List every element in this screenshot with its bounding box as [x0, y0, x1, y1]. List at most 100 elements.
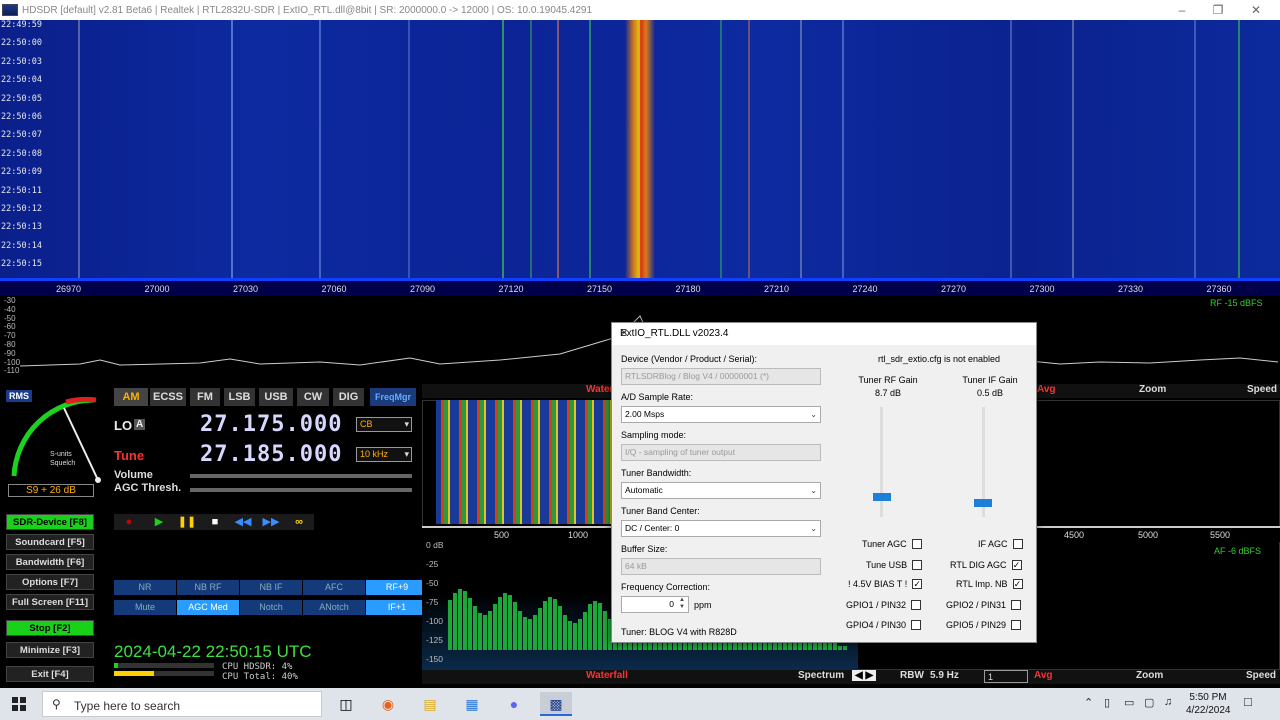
record-icon[interactable]: ● [118, 514, 140, 530]
volume-slider[interactable] [190, 474, 412, 478]
exit-button[interactable]: Exit [F4] [6, 666, 94, 682]
frequency-scale[interactable]: 26970 27000 27030 27060 27090 27120 27150 27180… [0, 278, 1280, 296]
mode-button-lsb[interactable]: LSB [224, 388, 255, 406]
dsp-agc-med-button[interactable]: AGC Med [177, 600, 239, 615]
firefox-icon[interactable]: ◉ [374, 692, 402, 716]
rf-gain-thumb[interactable] [873, 493, 891, 501]
avg-label[interactable]: Avg [1037, 384, 1056, 395]
checkbox-gpio4-pin30[interactable]: GPIO4 / PIN30 [846, 620, 922, 630]
mode-button-ecss[interactable]: ECSS [150, 388, 186, 406]
agc-thresh-slider[interactable] [190, 488, 412, 492]
play-icon[interactable]: ▶ [148, 514, 170, 530]
checkbox-box[interactable] [1011, 600, 1022, 610]
rewind-icon[interactable]: ◀◀ [232, 514, 254, 530]
checkbox-gpio1-pin32[interactable]: GPIO1 / PIN32 [846, 600, 922, 610]
speed-button[interactable]: Speed [1246, 670, 1276, 681]
close-window-button[interactable]: ✕ [1238, 0, 1274, 20]
minimize-window-button[interactable]: – [1164, 0, 1200, 20]
pause-icon[interactable]: ❚❚ [176, 514, 198, 530]
lo-lock-button[interactable]: A [134, 419, 146, 430]
notification-icon[interactable]: □ [1244, 694, 1252, 709]
band-center-select[interactable]: DC / Center: 0 ⌄ [621, 520, 821, 537]
network-icon[interactable]: ▢ [1144, 696, 1154, 709]
mode-button-fm[interactable]: FM [190, 388, 220, 406]
usb-icon[interactable]: ▯ [1104, 696, 1110, 709]
tune-frequency-display[interactable]: 27.185.000 [200, 442, 342, 467]
avg-button[interactable]: Avg [1034, 670, 1053, 681]
soundcard-button[interactable]: Soundcard [F5] [6, 534, 94, 550]
hdsdr-taskbar-icon[interactable]: ▩ [540, 692, 572, 716]
dsp-nr-button[interactable]: NR [114, 580, 176, 595]
mode-button-freqmgr[interactable]: FreqMgr [370, 388, 416, 406]
avg-count-select[interactable]: 1 [984, 670, 1028, 683]
system-clock[interactable]: 5:50 PM 4/22/2024 [1186, 691, 1231, 717]
task-view-icon[interactable]: ◫ [332, 692, 360, 716]
checkbox-tune-usb[interactable]: Tune USB [866, 560, 923, 570]
dsp-rf-9-button[interactable]: RF+9 [366, 580, 428, 595]
minimize-button[interactable]: Minimize [F3] [6, 642, 94, 658]
chevron-up-icon[interactable]: ⌃ [1084, 696, 1093, 709]
close-icon[interactable]: ✕ [620, 328, 1028, 339]
loop-icon[interactable]: ∞ [288, 514, 310, 530]
checkbox-rtl-imp-nb[interactable]: RTL Imp. NB ✓ [956, 579, 1023, 589]
ad-rate-select[interactable]: 2.00 Msps ⌄ [621, 406, 821, 423]
mode-button-usb[interactable]: USB [259, 388, 293, 406]
file-explorer-icon[interactable]: ▤ [416, 692, 444, 716]
mode-button-dig[interactable]: DIG [333, 388, 364, 406]
checkbox-box[interactable] [911, 600, 922, 610]
checkbox-gpio2-pin31[interactable]: GPIO2 / PIN31 [946, 600, 1022, 610]
checkbox-gpio5-pin29[interactable]: GPIO5 / PIN29 [946, 620, 1022, 630]
options-button[interactable]: Options [F7] [6, 574, 94, 590]
stop-button[interactable]: Stop [F2] [6, 620, 94, 636]
af-spectrum-bar [483, 614, 487, 650]
waterfall-tab[interactable]: Waterfall [586, 670, 628, 681]
checkbox-if-agc[interactable]: IF AGC [978, 539, 1023, 549]
dsp-nb-if-button[interactable]: NB IF [240, 580, 302, 595]
dsp-notch-button[interactable]: Notch [240, 600, 302, 615]
waterfall-display[interactable]: 22:49:59 22:50:00 22:50:03 22:50:04 22:50:05… [0, 20, 1280, 278]
checkbox-box[interactable]: ✓ [1012, 579, 1023, 589]
zoom-label[interactable]: Zoom [1139, 384, 1166, 395]
step-select[interactable]: 10 kHz ▾ [356, 447, 412, 462]
dsp-nb-rf-button[interactable]: NB RF [177, 580, 239, 595]
taskbar-search[interactable]: ⚲ Type here to search [42, 691, 322, 717]
checkbox-rtl-dig-agc[interactable]: RTL DIG AGC ✓ [950, 560, 1022, 570]
dsp-mute-button[interactable]: Mute [114, 600, 176, 615]
dsp-if-1-button[interactable]: IF+1 [366, 600, 428, 615]
if-gain-thumb[interactable] [974, 499, 992, 507]
tuner-bandwidth-select[interactable]: Automatic ⌄ [621, 482, 821, 499]
checkbox-box[interactable] [1012, 539, 1023, 549]
speed-label[interactable]: Speed [1247, 384, 1277, 395]
checkbox-box[interactable]: ✓ [1011, 560, 1022, 570]
maximize-window-button[interactable]: ❐ [1200, 0, 1236, 20]
checkbox-box[interactable] [911, 620, 922, 630]
spectrum-arrows-button[interactable]: ◀ ▶ [852, 670, 877, 681]
checkbox-box[interactable] [912, 560, 923, 570]
spinner-icon[interactable]: ▲ ▼ [679, 597, 685, 611]
volume-icon[interactable]: ♫ [1164, 696, 1172, 708]
lo-frequency-display[interactable]: 27.175.000 [200, 412, 342, 437]
checkbox--4-5v-bias-t-[interactable]: ! 4.5V BIAS T ! ✓ [848, 579, 923, 589]
dsp-anotch-button[interactable]: ANotch [303, 600, 365, 615]
stop-icon[interactable]: ■ [204, 514, 226, 530]
windows-start-icon[interactable] [12, 697, 26, 711]
battery-icon[interactable]: ▭ [1124, 696, 1134, 709]
band-select[interactable]: CB ▾ [356, 417, 412, 432]
mode-button-cw[interactable]: CW [297, 388, 329, 406]
checkbox-tuner-agc[interactable]: Tuner AGC [862, 539, 922, 549]
fast-forward-icon[interactable]: ▶▶ [260, 514, 282, 530]
checkbox-box[interactable] [911, 539, 922, 549]
sdr-device-button[interactable]: SDR-Device [F8] [6, 514, 94, 530]
full-button[interactable]: Full Screen [F11] [6, 594, 94, 610]
store-icon[interactable]: ▦ [458, 692, 486, 716]
discord-icon[interactable]: ● [500, 692, 528, 716]
spectrum-tab[interactable]: Spectrum [798, 670, 844, 681]
freq-correction-input[interactable]: 0 ▲ ▼ [621, 596, 689, 613]
bandwidth-button[interactable]: Bandwidth [F6] [6, 554, 94, 570]
dsp-afc-button[interactable]: AFC [303, 580, 365, 595]
checkbox-box[interactable]: ✓ [912, 579, 923, 589]
mode-button-am[interactable]: AM [114, 388, 148, 406]
af-waterfall[interactable] [436, 400, 612, 524]
checkbox-box[interactable] [1011, 620, 1022, 630]
zoom-button[interactable]: Zoom [1136, 670, 1163, 681]
